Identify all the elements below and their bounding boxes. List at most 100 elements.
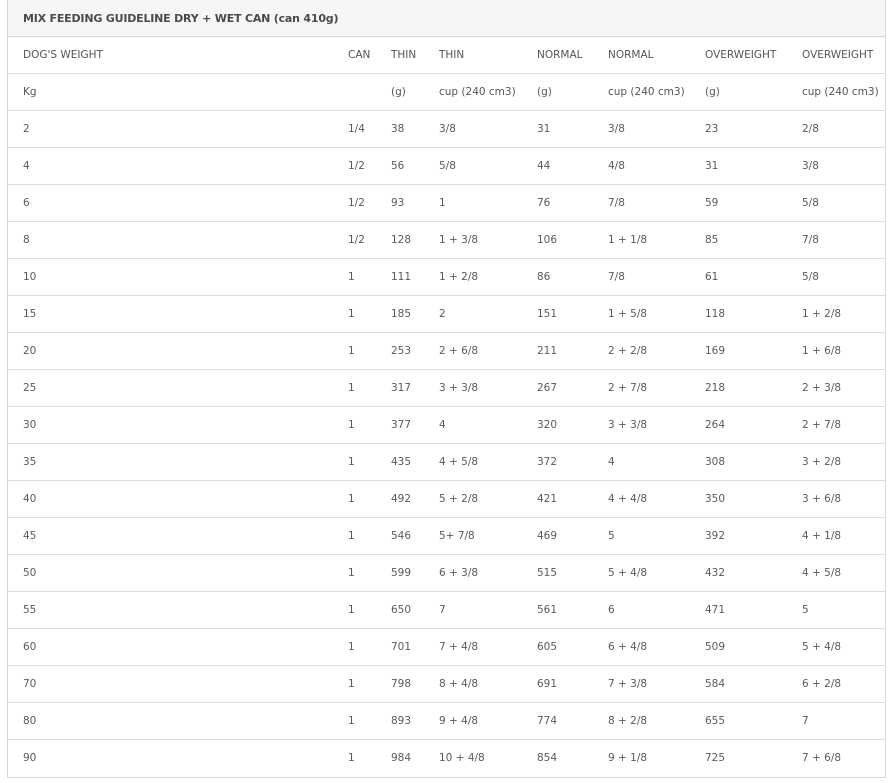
table-cell: 9 + 1/8 <box>608 752 648 764</box>
table-cell: 320 <box>537 406 608 444</box>
table-row: 2 1/4 38 3/8 31 3/8 23 2/8 <box>8 110 885 148</box>
table-title: MIX FEEDING GUIDELINE DRY + WET CAN (can… <box>8 0 885 37</box>
table-cell: 655 <box>705 702 802 740</box>
table-cell: 2 <box>8 110 348 148</box>
table-cell: 218 <box>705 369 802 407</box>
table-cell: OVERWEIGHT <box>705 37 802 74</box>
table-cell: 893 <box>391 702 439 740</box>
table-cell: 798 <box>391 665 439 703</box>
table-cell: 691 <box>537 665 608 703</box>
table-cell: 5/8 <box>802 258 885 296</box>
table-cell: 1 + 2/8 <box>439 258 537 296</box>
table-row: 10 1 111 1 + 2/8 86 7/8 61 5/8 <box>8 258 885 296</box>
table-cell: 308 <box>705 443 802 481</box>
table-cell: 421 <box>537 480 608 518</box>
table-cell: 4 + 5/8 <box>439 443 537 481</box>
table-cell: cup (240 cm3) <box>608 73 705 111</box>
table-cell: 5 + 2/8 <box>439 480 537 518</box>
table-cell: 151 <box>537 295 608 333</box>
table-cell: 118 <box>705 295 802 333</box>
table-cell: 4 + 1/8 <box>802 517 885 555</box>
table-cell: 86 <box>537 258 608 296</box>
table-cell: THIN <box>391 37 439 74</box>
table-row: 50 1 599 6 + 3/8 515 5 + 4/8 432 4 + 5/8 <box>8 554 885 592</box>
table-cell: 70 <box>8 665 348 703</box>
table-cell: 35 <box>8 443 348 481</box>
table-cell: 6 + 2/8 <box>802 665 885 703</box>
table-row: 35 1 435 4 + 5/8 372 4 308 3 + 2/8 <box>8 443 885 481</box>
table-cell: 7 + 6/8 <box>802 752 842 764</box>
table-cell: 1/4 <box>348 110 391 148</box>
table-cell: 1 + 6/8 <box>802 332 885 370</box>
table-cell: 3/8 <box>608 110 705 148</box>
table-cell: 6 + 3/8 <box>439 554 537 592</box>
table-cell: 111 <box>391 258 439 296</box>
table-cell: 15 <box>8 295 348 333</box>
table-cell: 4 + 5/8 <box>802 554 885 592</box>
table-cell: 264 <box>705 406 802 444</box>
table-cell: (g) <box>705 73 802 111</box>
table-body: DOG'S WEIGHT CAN THIN THIN NORMAL NORMAL OVERW… <box>8 37 885 776</box>
table-row: 60 1 701 7 + 4/8 605 6 + 4/8 509 5 + 4/8 <box>8 628 885 666</box>
table-cell: 1 <box>348 332 391 370</box>
table-cell: 93 <box>391 184 439 222</box>
table-cell: 2 + 2/8 <box>608 332 705 370</box>
table-cell: 392 <box>705 517 802 555</box>
table-cell: 546 <box>391 517 439 555</box>
table-cell: 1 <box>348 665 391 703</box>
table-cell: 1 <box>348 752 355 764</box>
table-cell: 1 <box>348 480 391 518</box>
table-cell: 471 <box>705 591 802 629</box>
table-cell: 5 <box>802 591 885 629</box>
table-cell: 5/8 <box>439 147 537 185</box>
table-cell: 435 <box>391 443 439 481</box>
table-cell: 1 <box>348 406 391 444</box>
table-cell <box>348 73 391 111</box>
table-cell: 10 <box>8 258 348 296</box>
table-cell: 3 + 6/8 <box>802 480 885 518</box>
table-cell: 1 <box>348 258 391 296</box>
table-cell: 2 + 6/8 <box>439 332 537 370</box>
table-cell: 25 <box>8 369 348 407</box>
table-cell: NORMAL <box>608 37 705 74</box>
table-cell: 3/8 <box>439 110 537 148</box>
table-cell: 2/8 <box>802 110 885 148</box>
table-cell: 515 <box>537 554 608 592</box>
table-cell: 1 <box>439 184 537 222</box>
table-row: 25 1 317 3 + 3/8 267 2 + 7/8 218 2 + 3/8 <box>8 369 885 407</box>
table-cell: CAN <box>348 37 391 74</box>
table-cell: 3/8 <box>802 147 885 185</box>
table-cell: DOG'S WEIGHT <box>8 37 348 74</box>
table-cell: 1 <box>348 628 391 666</box>
table-cell: 605 <box>537 628 608 666</box>
table-cell: 56 <box>391 147 439 185</box>
table-cell: 267 <box>537 369 608 407</box>
table-cell: 20 <box>8 332 348 370</box>
feeding-guideline-panel: MIX FEEDING GUIDELINE DRY + WET CAN (can… <box>7 0 886 778</box>
table-cell: 372 <box>537 443 608 481</box>
table-cell: 31 <box>537 110 608 148</box>
table-row: 40 1 492 5 + 2/8 421 4 + 4/8 350 3 + 6/8 <box>8 480 885 518</box>
table-cell: 55 <box>8 591 348 629</box>
table-cell: 253 <box>391 332 439 370</box>
table-row: 4 1/2 56 5/8 44 4/8 31 3/8 <box>8 147 885 185</box>
table-cell: 76 <box>537 184 608 222</box>
table-cell: 7/8 <box>802 221 885 259</box>
table-cell: 106 <box>537 221 608 259</box>
table-cell: 40 <box>8 480 348 518</box>
table-row: 90 1 984 10 + 4/8 854 9 + 1/8 725 7 + 6/8 <box>8 740 885 777</box>
table-cell: 5 <box>608 517 705 555</box>
table-row: 6 1/2 93 1 76 7/8 59 5/8 <box>8 184 885 222</box>
table-cell: 1 <box>348 591 391 629</box>
table-cell: 50 <box>8 554 348 592</box>
table-cell: 1/2 <box>348 184 391 222</box>
table-cell: 7/8 <box>608 184 705 222</box>
table-cell: 4 <box>8 147 348 185</box>
table-cell: 7 + 4/8 <box>439 628 537 666</box>
table-cell: 1 <box>348 369 391 407</box>
table-cell: 3 + 2/8 <box>802 443 885 481</box>
table-cell: 1 <box>348 702 391 740</box>
table-cell: 2 + 7/8 <box>802 406 885 444</box>
table-cell: 8 + 4/8 <box>439 665 537 703</box>
table-cell: cup (240 cm3) <box>802 73 885 111</box>
